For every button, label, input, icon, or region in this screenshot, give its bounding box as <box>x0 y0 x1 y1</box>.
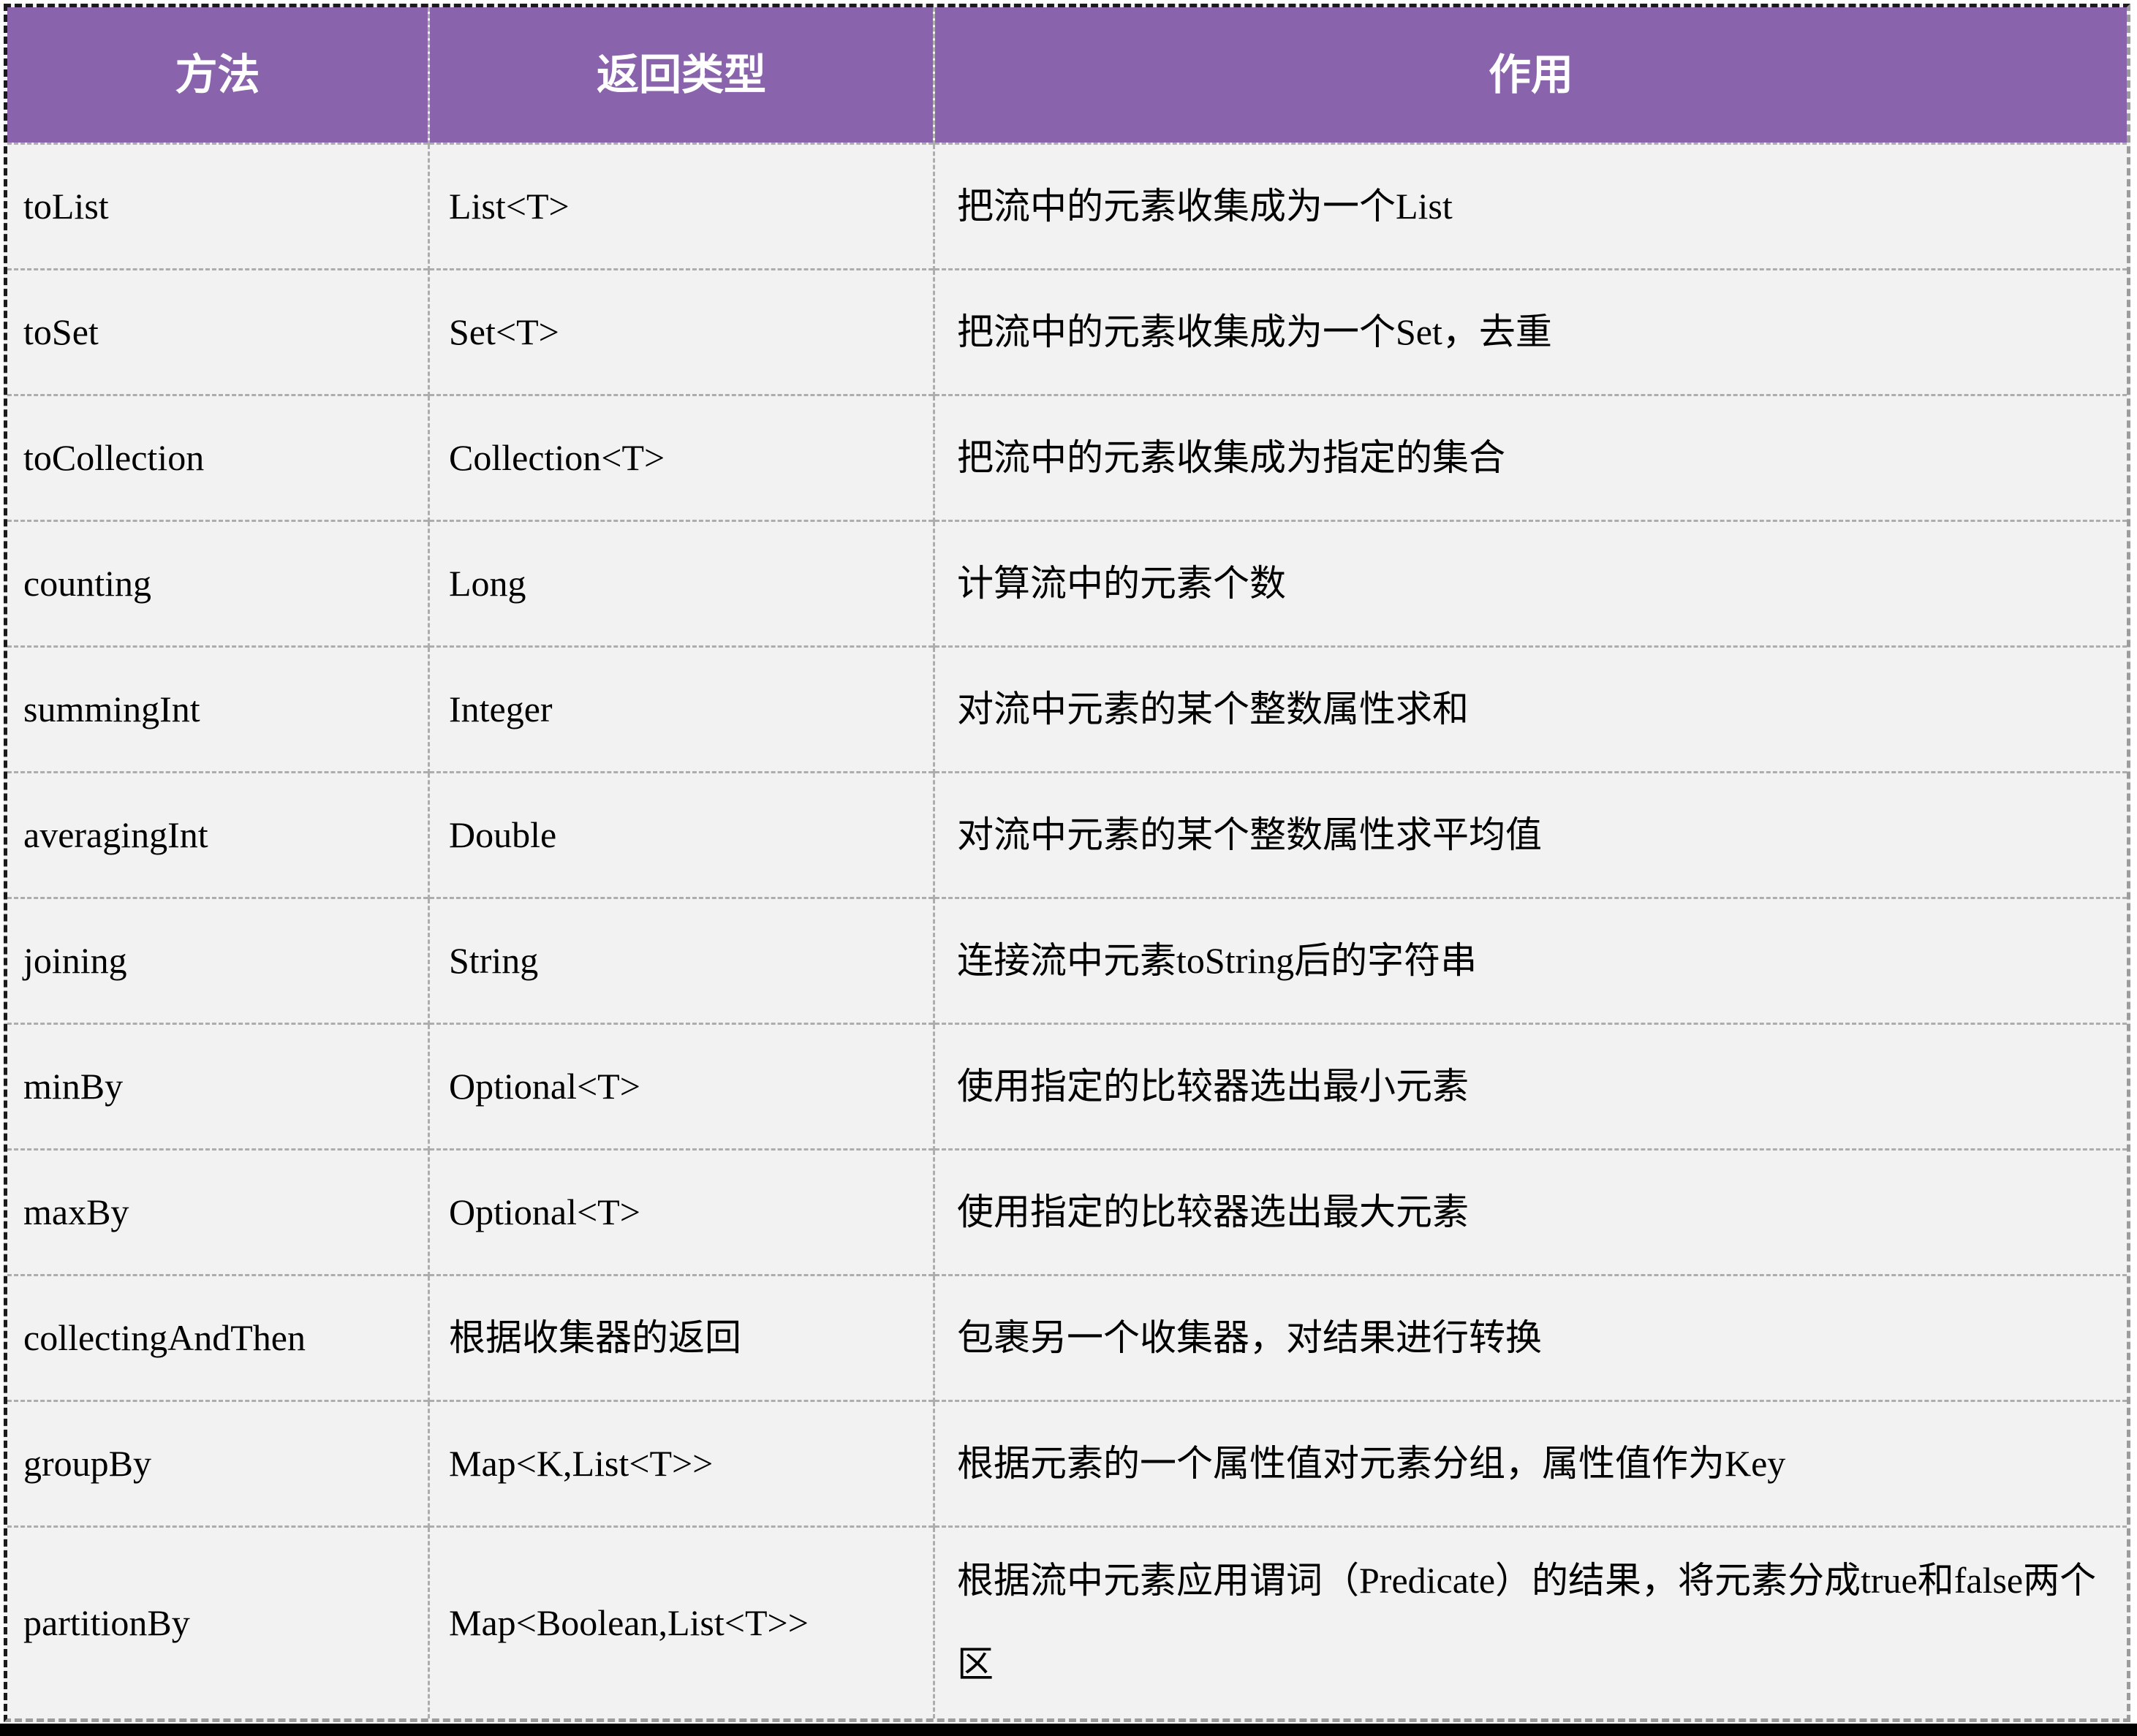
cell-return-type: Map<Boolean,List<T>> <box>428 1525 934 1718</box>
table-header-row: 方法 返回类型 作用 <box>7 7 2127 143</box>
cell-description: 根据流中元素应用谓词（Predicate）的结果，将元素分成true和false… <box>933 1525 2127 1718</box>
cell-method: averagingInt <box>7 770 429 898</box>
cell-return-type: Double <box>428 770 934 898</box>
cell-method: maxBy <box>7 1148 429 1275</box>
cell-description: 根据元素的一个属性值对元素分组，属性值作为Key <box>933 1399 2127 1526</box>
cell-description: 把流中的元素收集成为指定的集合 <box>933 393 2127 520</box>
cell-description: 把流中的元素收集成为一个Set，去重 <box>933 268 2127 395</box>
cell-return-type: List<T> <box>428 142 934 269</box>
table-row-counting: counting Long 计算流中的元素个数 <box>7 519 2127 646</box>
cell-return-type: Set<T> <box>428 268 934 395</box>
cell-return-type: Integer <box>428 645 934 772</box>
table-row-collectingandthen: collectingAndThen 根据收集器的返回 包裹另一个收集器，对结果进… <box>7 1273 2127 1400</box>
cell-description: 包裹另一个收集器，对结果进行转换 <box>933 1273 2127 1400</box>
table-row-maxby: maxBy Optional<T> 使用指定的比较器选出最大元素 <box>7 1148 2127 1275</box>
bottom-black-bar <box>0 1724 2137 1736</box>
cell-description: 使用指定的比较器选出最大元素 <box>933 1148 2127 1275</box>
cell-description: 使用指定的比较器选出最小元素 <box>933 1022 2127 1149</box>
cell-return-type: Collection<T> <box>428 393 934 520</box>
cell-return-type: Long <box>428 519 934 646</box>
table-row-tocollection: toCollection Collection<T> 把流中的元素收集成为指定的… <box>7 393 2127 520</box>
table-row-partitionby: partitionBy Map<Boolean,List<T>> 根据流中元素应… <box>7 1525 2127 1718</box>
cell-return-type: Map<K,List<T>> <box>428 1399 934 1526</box>
cell-method: joining <box>7 896 429 1023</box>
cell-description: 计算流中的元素个数 <box>933 519 2127 646</box>
cell-description: 把流中的元素收集成为一个List <box>933 142 2127 269</box>
cell-method: summingInt <box>7 645 429 772</box>
table-row-tolist: toList List<T> 把流中的元素收集成为一个List <box>7 142 2127 269</box>
table-row-minby: minBy Optional<T> 使用指定的比较器选出最小元素 <box>7 1022 2127 1149</box>
column-header-purpose: 作用 <box>933 7 2127 143</box>
table-row-toset: toSet Set<T> 把流中的元素收集成为一个Set，去重 <box>7 268 2127 395</box>
collectors-table-border: 方法 返回类型 作用 toList List<T> 把流中的元素收集成为一个Li… <box>4 4 2130 1722</box>
cell-description: 连接流中元素toString后的字符串 <box>933 896 2127 1023</box>
table-row-averagingint: averagingInt Double 对流中元素的某个整数属性求平均值 <box>7 770 2127 898</box>
cell-method: collectingAndThen <box>7 1273 429 1400</box>
cell-method: toSet <box>7 268 429 395</box>
table-row-joining: joining String 连接流中元素toString后的字符串 <box>7 896 2127 1023</box>
cell-return-type: Optional<T> <box>428 1022 934 1149</box>
column-header-method: 方法 <box>7 7 429 143</box>
cell-method: toCollection <box>7 393 429 520</box>
cell-description: 对流中元素的某个整数属性求平均值 <box>933 770 2127 898</box>
cell-method: groupBy <box>7 1399 429 1526</box>
cell-return-type: Optional<T> <box>428 1148 934 1275</box>
cell-method: counting <box>7 519 429 646</box>
cell-method: minBy <box>7 1022 429 1149</box>
collectors-table: 方法 返回类型 作用 toList List<T> 把流中的元素收集成为一个Li… <box>7 7 2127 1718</box>
cell-return-type: 根据收集器的返回 <box>428 1273 934 1400</box>
cell-description: 对流中元素的某个整数属性求和 <box>933 645 2127 772</box>
cell-method: toList <box>7 142 429 269</box>
cell-return-type: String <box>428 896 934 1023</box>
table-row-groupby: groupBy Map<K,List<T>> 根据元素的一个属性值对元素分组，属… <box>7 1399 2127 1526</box>
cell-method: partitionBy <box>7 1525 429 1718</box>
table-row-summingint: summingInt Integer 对流中元素的某个整数属性求和 <box>7 645 2127 772</box>
collectors-table-page: 方法 返回类型 作用 toList List<T> 把流中的元素收集成为一个Li… <box>0 0 2137 1736</box>
column-header-return-type: 返回类型 <box>428 7 934 143</box>
